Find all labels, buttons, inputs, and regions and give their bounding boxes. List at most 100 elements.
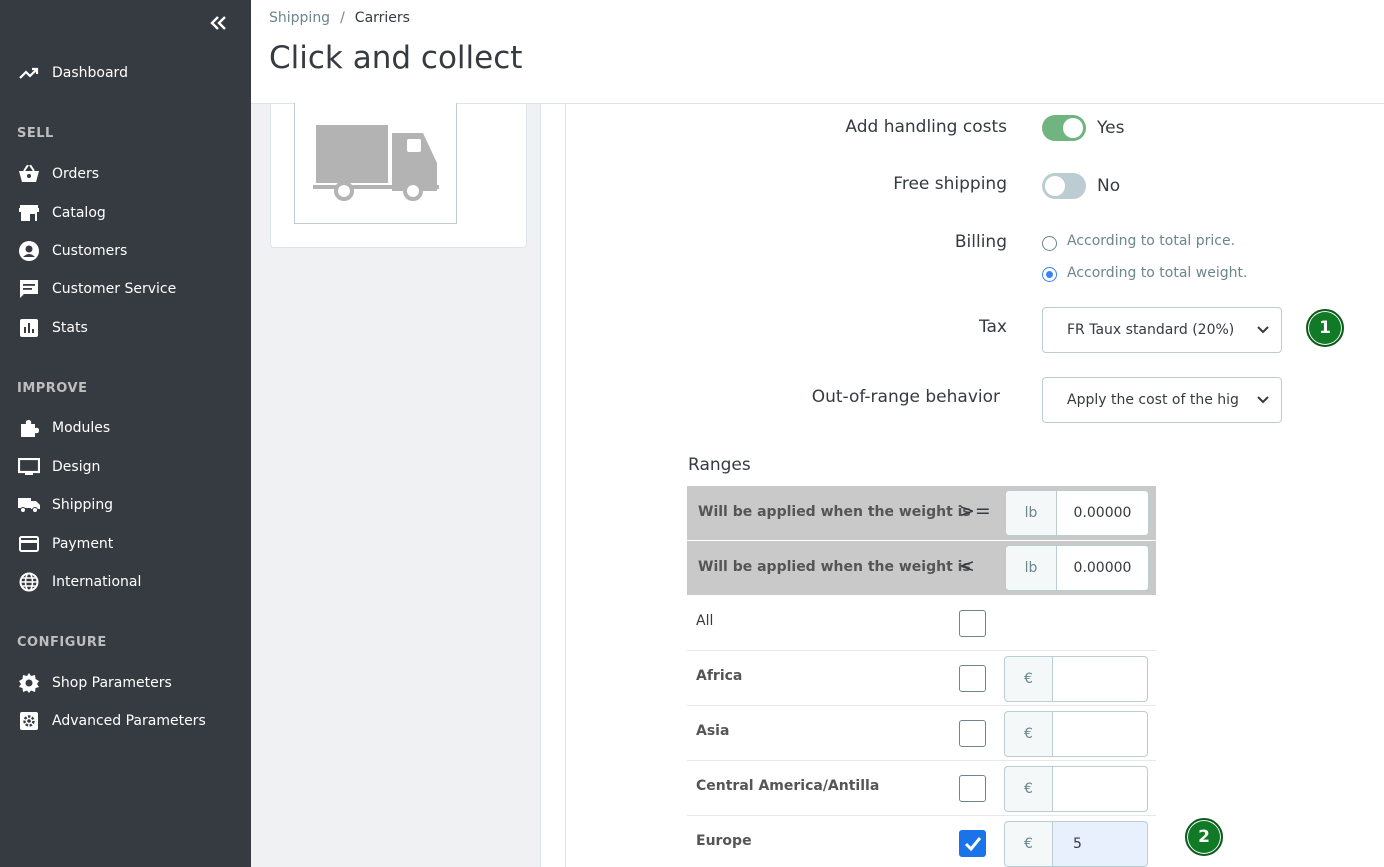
bar-chart-icon — [18, 317, 40, 339]
handling-costs-value: Yes — [1097, 118, 1125, 138]
sidebar-item-label: Customer Service — [52, 281, 177, 297]
range-from-operator: >= — [959, 500, 991, 522]
billing-weight-label[interactable]: According to total weight. — [1067, 265, 1247, 281]
switch-knob — [1045, 176, 1065, 196]
currency-addon: € — [1004, 766, 1053, 812]
collapse-sidebar-icon[interactable] — [207, 14, 229, 36]
store-icon — [18, 202, 40, 224]
currency-addon: € — [1004, 711, 1053, 757]
handling-costs-label: Add handling costs — [845, 117, 1007, 137]
sidebar-item-label: International — [52, 574, 142, 590]
out-of-range-select[interactable]: Apply the cost of the highest defined ra… — [1042, 377, 1282, 423]
carrier-summary-card — [270, 103, 527, 248]
handling-costs-switch[interactable] — [1042, 115, 1086, 141]
sidebar-item-orders[interactable]: Orders — [0, 158, 251, 190]
sidebar-item-customer-service[interactable]: Customer Service — [0, 273, 251, 305]
account-circle-icon — [18, 240, 40, 262]
page-title: Click and collect — [269, 40, 523, 76]
breadcrumb-shipping-link[interactable]: Shipping — [269, 10, 330, 26]
zone-name: Asia — [696, 723, 730, 739]
breadcrumb-carriers-link[interactable]: Carriers — [355, 10, 410, 26]
out-of-range-select-value: Apply the cost of the highest defined ra… — [1067, 392, 1239, 408]
sidebar-item-catalog[interactable]: Catalog — [0, 197, 251, 229]
zone-name: Central America/Antilla — [696, 778, 880, 794]
sidebar-item-label: Catalog — [52, 205, 106, 221]
range-to-label: Will be applied when the weight is — [698, 559, 971, 575]
globe-icon — [18, 571, 40, 593]
billing-weight-radio[interactable] — [1042, 267, 1057, 282]
zone-checkbox[interactable] — [959, 665, 986, 692]
truck-icon — [18, 494, 40, 516]
zone-row-europe: Europe € 5 — [687, 816, 1156, 867]
sidebar-item-label: Stats — [52, 320, 88, 336]
range-from-input[interactable]: 0.00000 — [1057, 490, 1149, 536]
chevron-down-icon — [1257, 326, 1269, 334]
zone-all-checkbox[interactable] — [959, 610, 986, 637]
trending-up-icon — [18, 62, 40, 84]
carrier-logo — [294, 103, 457, 224]
zone-price-input[interactable] — [1053, 656, 1148, 702]
sidebar-item-advanced-parameters[interactable]: Advanced Parameters — [0, 705, 251, 737]
zone-row-all: All — [687, 596, 1156, 651]
zone-checkbox[interactable] — [959, 720, 986, 747]
zone-name: Africa — [696, 668, 743, 684]
billing-label: Billing — [954, 232, 1007, 252]
ranges-title: Ranges — [688, 455, 751, 475]
currency-addon: € — [1004, 821, 1053, 867]
panel-divider — [540, 104, 566, 867]
credit-card-icon — [18, 533, 40, 555]
range-from-label: Will be applied when the weight is — [698, 504, 971, 520]
range-to-row: Will be applied when the weight is < lb … — [687, 541, 1156, 595]
zone-price-input[interactable] — [1053, 766, 1148, 812]
zone-name: Europe — [696, 833, 752, 849]
monitor-icon — [18, 456, 40, 478]
zone-row-central-america: Central America/Antilla € — [687, 761, 1156, 816]
zone-checkbox[interactable] — [959, 775, 986, 802]
step-badge-2: 2 — [1185, 818, 1223, 856]
sidebar: Dashboard SELL Orders Catalog Customers … — [0, 0, 251, 867]
sidebar-item-modules[interactable]: Modules — [0, 412, 251, 444]
sidebar-item-label: Advanced Parameters — [52, 713, 206, 729]
section-sell: SELL — [17, 126, 54, 141]
range-to-input[interactable]: 0.00000 — [1057, 545, 1149, 591]
sidebar-item-design[interactable]: Design — [0, 451, 251, 483]
free-shipping-switch[interactable] — [1042, 173, 1086, 199]
range-from-unit: lb — [1005, 490, 1057, 536]
zone-checkbox[interactable] — [959, 830, 986, 857]
chat-icon — [18, 278, 40, 300]
step-badge-1: 1 — [1306, 309, 1344, 347]
sidebar-item-customers[interactable]: Customers — [0, 235, 251, 267]
chevron-down-icon — [1257, 396, 1269, 404]
range-from-row: Will be applied when the weight is >= lb… — [687, 486, 1156, 540]
zone-price-input[interactable] — [1053, 711, 1148, 757]
switch-knob — [1063, 118, 1083, 138]
range-to-operator: < — [959, 555, 975, 577]
page-header: Shipping / Carriers Click and collect — [251, 0, 1384, 104]
basket-icon — [18, 163, 40, 185]
sidebar-item-international[interactable]: International — [0, 566, 251, 598]
settings-box-icon — [18, 710, 40, 732]
sidebar-item-dashboard[interactable]: Dashboard — [0, 57, 251, 89]
puzzle-icon — [18, 417, 40, 439]
sidebar-item-label: Design — [52, 459, 101, 475]
sidebar-item-label: Payment — [52, 536, 114, 552]
sidebar-item-payment[interactable]: Payment — [0, 528, 251, 560]
sidebar-item-shop-parameters[interactable]: Shop Parameters — [0, 667, 251, 699]
tax-label: Tax — [978, 317, 1007, 337]
breadcrumb: Shipping / Carriers — [269, 10, 410, 26]
sidebar-item-stats[interactable]: Stats — [0, 312, 251, 344]
breadcrumb-separator: / — [340, 10, 345, 26]
truck-icon — [312, 125, 439, 201]
section-improve: IMPROVE — [17, 381, 88, 396]
sidebar-item-label: Orders — [52, 166, 100, 182]
sidebar-item-shipping[interactable]: Shipping — [0, 489, 251, 521]
zone-all-label: All — [696, 613, 714, 629]
free-shipping-label: Free shipping — [893, 174, 1007, 194]
zone-price-input[interactable]: 5 — [1053, 821, 1148, 867]
zone-row-asia: Asia € — [687, 706, 1156, 761]
gear-icon — [18, 672, 40, 694]
billing-price-radio[interactable] — [1042, 236, 1057, 251]
zone-row-africa: Africa € — [687, 651, 1156, 706]
billing-price-label[interactable]: According to total price. — [1067, 233, 1235, 249]
tax-select[interactable]: FR Taux standard (20%) — [1042, 307, 1282, 353]
